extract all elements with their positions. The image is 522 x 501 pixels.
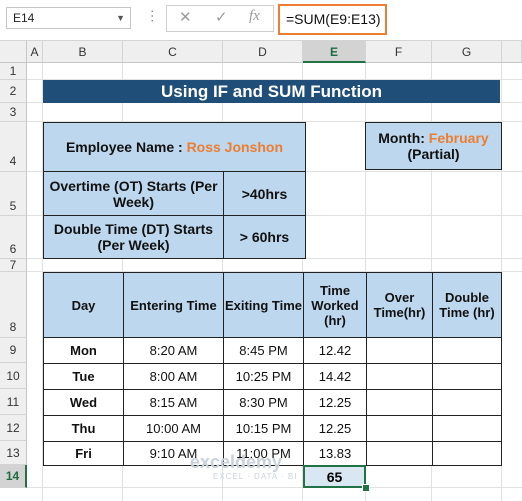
insert-function-icon[interactable]: fx	[249, 8, 260, 25]
header-day[interactable]: Day	[43, 272, 124, 338]
table-row-worked[interactable]: 13.83	[303, 441, 367, 466]
enter-icon[interactable]: ✓	[215, 8, 228, 26]
header-entering-time[interactable]: Entering Time	[123, 272, 224, 338]
table-row-dt[interactable]	[432, 337, 502, 364]
name-box-value: E14	[13, 11, 35, 25]
table-row-dt[interactable]	[432, 441, 502, 466]
total-time-worked-cell[interactable]: 65	[303, 465, 366, 488]
table-row-exit[interactable]: 8:45 PM	[223, 337, 304, 364]
fill-handle[interactable]	[362, 484, 370, 492]
table-row-exit[interactable]: 10:15 PM	[223, 415, 304, 442]
table-row-enter[interactable]: 8:15 AM	[123, 389, 224, 416]
row-header-14[interactable]: 14	[0, 465, 27, 488]
header-double-time[interactable]: Double Time (hr)	[432, 272, 502, 338]
month-cell[interactable]: Month: February (Partial)	[365, 122, 502, 170]
table-row-enter[interactable]: 8:00 AM	[123, 363, 224, 390]
column-header-g[interactable]: G	[432, 41, 502, 63]
gridline	[27, 487, 522, 488]
chevron-down-icon[interactable]: ▼	[116, 8, 125, 28]
table-row-day[interactable]: Wed	[43, 389, 124, 416]
drag-handle-icon[interactable]: ⋯	[145, 9, 161, 23]
table-row-ot[interactable]	[366, 389, 433, 416]
table-row-exit[interactable]: 8:30 PM	[223, 389, 304, 416]
row-header-10[interactable]: 10	[0, 363, 27, 389]
header-exiting-time[interactable]: Exiting Time	[223, 272, 304, 338]
name-box[interactable]: E14 ▼	[6, 7, 131, 29]
table-row-enter[interactable]: 8:20 AM	[123, 337, 224, 364]
formula-buttons: ✕ ✓ fx	[166, 5, 274, 32]
row-header-4[interactable]: 4	[0, 122, 27, 172]
employee-label: Employee Name :	[65, 139, 187, 155]
select-all-corner[interactable]	[0, 41, 27, 63]
row-header-1[interactable]: 1	[0, 63, 27, 80]
row-header-8[interactable]: 8	[0, 272, 27, 338]
row-header-9[interactable]: 9	[0, 338, 27, 363]
table-row-day[interactable]: Mon	[43, 337, 124, 364]
row-header-6[interactable]: 6	[0, 216, 27, 259]
row-header-11[interactable]: 11	[0, 389, 27, 415]
month-label: Month:	[378, 130, 429, 146]
month-value: February	[428, 130, 489, 146]
formula-bar: E14 ▼ ⋯ ✕ ✓ fx =SUM(E9:E13)	[0, 0, 522, 41]
column-header-f[interactable]: F	[366, 41, 432, 63]
table-row-ot[interactable]	[366, 337, 433, 364]
table-row-day[interactable]: Tue	[43, 363, 124, 390]
overtime-value-cell[interactable]: >40hrs	[223, 171, 306, 216]
page-title: Using IF and SUM Function	[43, 80, 500, 103]
watermark-brand: exceldemy	[190, 452, 283, 472]
double-time-label-cell[interactable]: Double Time (DT) Starts (Per Week)	[43, 215, 224, 259]
overtime-label-cell[interactable]: Overtime (OT) Starts (Per Week)	[43, 171, 224, 216]
table-row-day[interactable]: Fri	[43, 441, 124, 466]
row-header-5[interactable]: 5	[0, 172, 27, 216]
double-time-value-cell[interactable]: > 60hrs	[223, 215, 306, 259]
table-row-worked[interactable]: 12.25	[303, 415, 367, 442]
column-header-e[interactable]: E	[303, 41, 366, 63]
table-row-dt[interactable]	[432, 363, 502, 390]
month-note: (Partial)	[407, 146, 460, 162]
table-row-worked[interactable]: 12.25	[303, 389, 367, 416]
header-over-time[interactable]: Over Time(hr)	[366, 272, 433, 338]
column-header-b[interactable]: B	[43, 41, 123, 63]
employee-name: Ross Jonshon	[186, 139, 284, 155]
column-header-a[interactable]: A	[27, 41, 43, 63]
table-row-ot[interactable]	[366, 363, 433, 390]
table-row-dt[interactable]	[432, 389, 502, 416]
row-header-12[interactable]: 12	[0, 415, 27, 441]
column-header-c[interactable]: C	[123, 41, 223, 63]
table-row-day[interactable]: Thu	[43, 415, 124, 442]
table-row-worked[interactable]: 14.42	[303, 363, 367, 390]
row-header-13[interactable]: 13	[0, 441, 27, 465]
cancel-icon[interactable]: ✕	[179, 8, 192, 26]
table-row-ot[interactable]	[366, 415, 433, 442]
column-header-overflow[interactable]	[502, 41, 522, 63]
column-header-d[interactable]: D	[223, 41, 303, 63]
table-row-ot[interactable]	[366, 441, 433, 466]
table-row-worked[interactable]: 12.42	[303, 337, 367, 364]
table-row-enter[interactable]: 10:00 AM	[123, 415, 224, 442]
formula-input[interactable]: =SUM(E9:E13)	[278, 4, 387, 35]
row-header-3[interactable]: 3	[0, 103, 27, 122]
header-time-worked[interactable]: Time Worked (hr)	[303, 272, 367, 338]
watermark-tagline: EXCEL · DATA · BI	[213, 472, 298, 481]
employee-name-cell[interactable]: Employee Name : Ross Jonshon	[43, 122, 306, 172]
row-header-2[interactable]: 2	[0, 80, 27, 103]
watermark-logo: exceldemy	[190, 452, 282, 473]
table-row-dt[interactable]	[432, 415, 502, 442]
table-row-exit[interactable]: 10:25 PM	[223, 363, 304, 390]
row-header-7[interactable]: 7	[0, 259, 27, 272]
